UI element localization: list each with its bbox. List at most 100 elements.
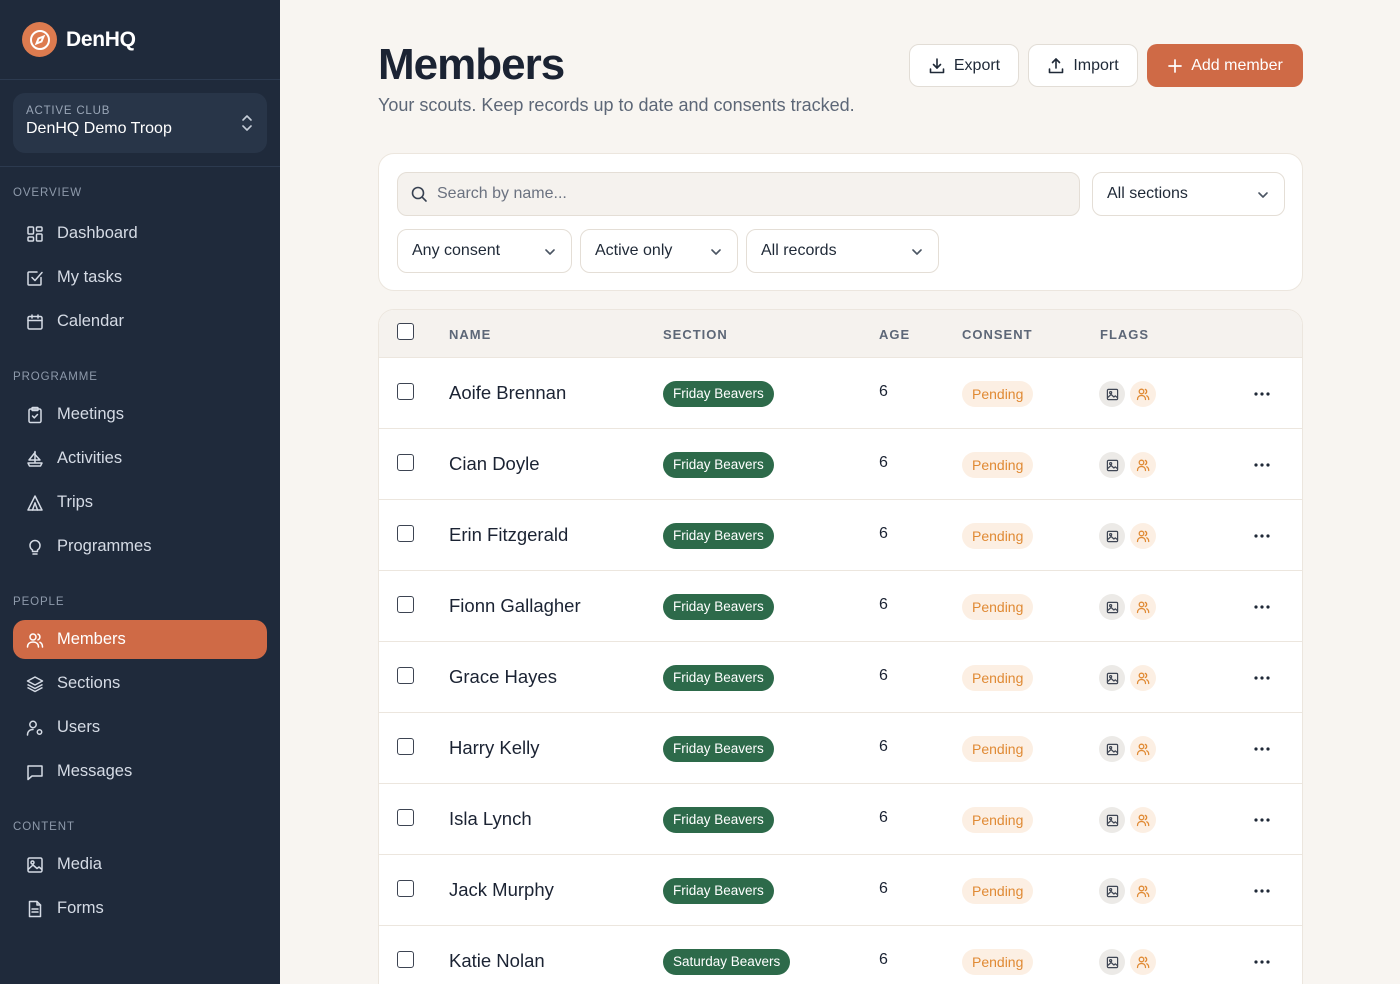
member-name[interactable]: Katie Nolan <box>449 950 545 972</box>
table-row[interactable]: Katie Nolan Saturday Beavers 6 Pending <box>379 926 1302 984</box>
table-row[interactable]: Fionn Gallagher Friday Beavers 6 Pending <box>379 571 1302 642</box>
records-select[interactable]: All records <box>746 229 939 273</box>
more-actions-icon[interactable] <box>1251 881 1273 901</box>
photo-flag-icon <box>1099 665 1125 691</box>
select-all-checkbox[interactable] <box>397 323 414 340</box>
brand[interactable]: DenHQ <box>0 0 280 80</box>
table-row[interactable]: Harry Kelly Friday Beavers 6 Pending <box>379 713 1302 784</box>
more-actions-icon[interactable] <box>1251 526 1273 546</box>
sidebar-item-users[interactable]: Users <box>13 708 267 747</box>
column-header-name[interactable]: NAME <box>449 327 491 342</box>
member-name[interactable]: Fionn Gallagher <box>449 595 581 617</box>
sidebar-item-label: Meetings <box>57 405 124 423</box>
table-row[interactable]: Erin Fitzgerald Friday Beavers 6 Pending <box>379 500 1302 571</box>
table-row[interactable]: Jack Murphy Friday Beavers 6 Pending <box>379 855 1302 926</box>
table-row[interactable]: Isla Lynch Friday Beavers 6 Pending <box>379 784 1302 855</box>
users-flag-icon <box>1130 949 1156 975</box>
brand-name: DenHQ <box>66 27 136 51</box>
sidebar-item-activities[interactable]: Activities <box>13 439 267 478</box>
more-actions-icon[interactable] <box>1251 455 1273 475</box>
member-name[interactable]: Grace Hayes <box>449 666 557 688</box>
sidebar-item-media[interactable]: Media <box>13 845 267 884</box>
member-name[interactable]: Aoife Brennan <box>449 382 566 404</box>
row-checkbox[interactable] <box>397 880 414 897</box>
members-table: NAME SECTION AGE CONSENT FLAGS Aoife Bre… <box>378 309 1303 984</box>
member-name[interactable]: Cian Doyle <box>449 453 540 475</box>
sidebar-item-label: Activities <box>57 449 123 467</box>
import-button[interactable]: Import <box>1028 44 1138 87</box>
status-select[interactable]: Active only <box>580 229 738 273</box>
sidebar-item-calendar[interactable]: Calendar <box>13 302 267 341</box>
row-checkbox[interactable] <box>397 738 414 755</box>
sidebar-item-label: Forms <box>57 899 104 917</box>
more-actions-icon[interactable] <box>1251 810 1273 830</box>
sidebar-item-forms[interactable]: Forms <box>13 889 267 928</box>
calendar-icon <box>26 313 44 331</box>
more-actions-icon[interactable] <box>1251 384 1273 404</box>
add-member-button[interactable]: Add member <box>1147 44 1303 87</box>
row-checkbox[interactable] <box>397 809 414 826</box>
users-icon <box>26 631 44 649</box>
consent-select-value: Any consent <box>412 242 501 259</box>
row-checkbox[interactable] <box>397 454 414 471</box>
more-actions-icon[interactable] <box>1251 739 1273 759</box>
sidebar-item-sections[interactable]: Sections <box>13 664 267 703</box>
checkbox-icon <box>26 269 44 287</box>
photo-flag-icon <box>1099 807 1125 833</box>
row-checkbox[interactable] <box>397 596 414 613</box>
row-checkbox[interactable] <box>397 667 414 684</box>
photo-flag-icon <box>1099 523 1125 549</box>
more-actions-icon[interactable] <box>1251 597 1273 617</box>
member-age: 6 <box>879 809 888 826</box>
consent-badge: Pending <box>962 878 1034 904</box>
search-input[interactable] <box>437 185 1037 203</box>
sidebar-item-my-tasks[interactable]: My tasks <box>13 258 267 297</box>
nav-caption-overview: OVERVIEW <box>13 187 82 199</box>
member-age: 6 <box>879 880 888 897</box>
more-actions-icon[interactable] <box>1251 668 1273 688</box>
consent-select[interactable]: Any consent <box>397 229 572 273</box>
section-badge: Friday Beavers <box>663 878 774 904</box>
sidebar-item-dashboard[interactable]: Dashboard <box>13 214 267 253</box>
search-box[interactable] <box>397 172 1080 216</box>
column-header-flags: FLAGS <box>1100 327 1150 342</box>
users-flag-icon <box>1130 665 1156 691</box>
member-name[interactable]: Isla Lynch <box>449 808 532 830</box>
table-header: NAME SECTION AGE CONSENT FLAGS <box>379 310 1302 358</box>
member-name[interactable]: Harry Kelly <box>449 737 539 759</box>
table-row[interactable]: Grace Hayes Friday Beavers 6 Pending <box>379 642 1302 713</box>
sidebar-item-label: Dashboard <box>57 224 138 242</box>
sidebar-item-messages[interactable]: Messages <box>13 752 267 791</box>
image-icon <box>26 856 44 874</box>
club-switcher[interactable]: ACTIVE CLUB DenHQ Demo Troop <box>13 93 267 153</box>
column-header-age[interactable]: AGE <box>879 327 910 342</box>
users-flag-icon <box>1130 523 1156 549</box>
export-button[interactable]: Export <box>909 44 1019 87</box>
table-row[interactable]: Cian Doyle Friday Beavers 6 Pending <box>379 429 1302 500</box>
user-cog-icon <box>26 719 44 737</box>
column-header-section[interactable]: SECTION <box>663 327 728 342</box>
users-flag-icon <box>1130 381 1156 407</box>
document-icon <box>26 900 44 918</box>
export-button-label: Export <box>953 56 1001 74</box>
sidebar-item-meetings[interactable]: Meetings <box>13 395 267 434</box>
sidebar-item-programmes[interactable]: Programmes <box>13 527 267 566</box>
sidebar-item-label: Calendar <box>57 312 124 330</box>
member-name[interactable]: Erin Fitzgerald <box>449 524 568 546</box>
more-actions-icon[interactable] <box>1251 952 1273 972</box>
consent-badge: Pending <box>962 452 1034 478</box>
nav-caption-programme: PROGRAMME <box>13 371 98 383</box>
row-checkbox[interactable] <box>397 951 414 968</box>
row-checkbox[interactable] <box>397 383 414 400</box>
club-name: DenHQ Demo Troop <box>26 120 172 137</box>
table-row[interactable]: Aoife Brennan Friday Beavers 6 Pending <box>379 358 1302 429</box>
section-select[interactable]: All sections <box>1092 172 1285 216</box>
consent-badge: Pending <box>962 736 1034 762</box>
row-checkbox[interactable] <box>397 525 414 542</box>
tent-icon <box>26 494 44 512</box>
sidebar-item-members[interactable]: Members <box>13 620 267 659</box>
member-name[interactable]: Jack Murphy <box>449 879 554 901</box>
sidebar-item-trips[interactable]: Trips <box>13 483 267 522</box>
chevron-down-icon <box>709 245 723 264</box>
column-header-consent[interactable]: CONSENT <box>962 327 1033 342</box>
